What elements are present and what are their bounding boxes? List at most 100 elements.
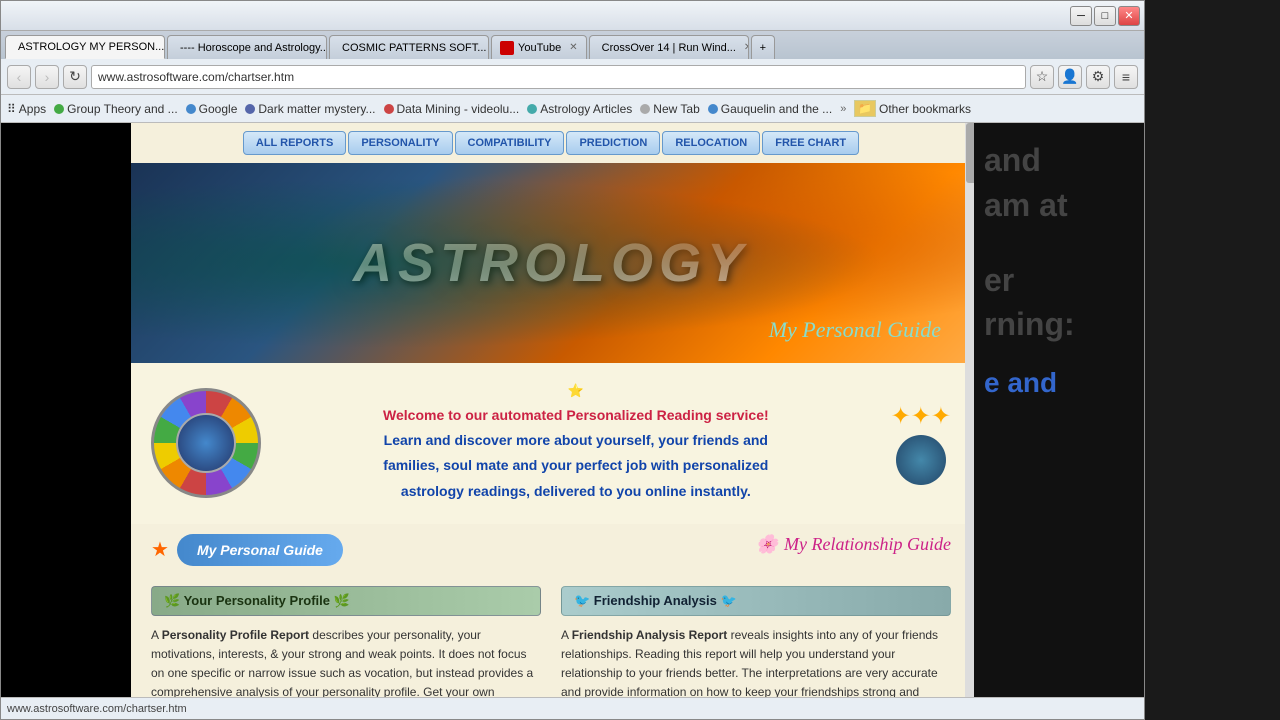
bm-dot-sdark <box>245 104 255 114</box>
bm-folder-icon: 📁 <box>854 100 876 117</box>
status-bar: www.astrosoftware.com/chartser.htm <box>1 697 1144 719</box>
bm-google-label: Google <box>199 102 238 116</box>
site-navigation: ALL REPORTS PERSONALITY COMPATIBILITY PR… <box>131 123 971 163</box>
title-bar: ─ □ ✕ <box>1 1 1144 31</box>
personal-guide-container: ★ My Personal Guide <box>151 534 343 566</box>
tab-bar: ASTROLOGY MY PERSON... ✕ ---- Horoscope … <box>1 31 1144 59</box>
bookmark-icon[interactable]: ☆ <box>1030 65 1054 89</box>
personality-header: 🌿 Your Personality Profile 🌿 <box>151 586 541 616</box>
flower-icon: 🌸 <box>756 534 778 555</box>
welcome-content: ⭐ Welcome to our automated Personalized … <box>276 383 876 504</box>
tab-horoscope[interactable]: ---- Horoscope and Astrology... ✕ <box>167 35 327 59</box>
bm-dark-label: Dark matter mystery... <box>258 102 375 116</box>
friendship-text: A Friendship Analysis Report reveals ins… <box>561 626 951 697</box>
tab-astrology[interactable]: ASTROLOGY MY PERSON... ✕ <box>5 35 165 59</box>
side-panel: and am at er rning: e and <box>974 123 1144 697</box>
bm-more-button[interactable]: » <box>840 103 846 115</box>
friendship-header: 🐦 Friendship Analysis 🐦 <box>561 586 951 616</box>
friendship-header-text: 🐦 Friendship Analysis 🐦 <box>574 593 737 609</box>
tab-label-horo: ---- Horoscope and Astrology... <box>180 42 327 54</box>
globe-decoration <box>896 435 946 485</box>
friendship-col: 🐦 Friendship Analysis 🐦 A Friendship Ana… <box>561 586 951 697</box>
welcome-section: ⭐ Welcome to our automated Personalized … <box>131 363 971 524</box>
personality-bold: Personality Profile Report <box>162 628 309 642</box>
bm-new-tab[interactable]: New Tab <box>640 102 699 116</box>
apps-icon: ⠿ <box>7 102 16 116</box>
maximize-button[interactable]: □ <box>1094 6 1116 26</box>
bm-astro-label: Astrology Articles <box>540 102 632 116</box>
personal-guide-button[interactable]: My Personal Guide <box>177 534 343 566</box>
rel-guide-text: My Relationship Guide <box>784 534 951 555</box>
bm-dot-blue <box>186 104 196 114</box>
minimize-button[interactable]: ─ <box>1070 6 1092 26</box>
tab-youtube[interactable]: YouTube ✕ <box>491 35 587 59</box>
menu-icon[interactable]: ≡ <box>1114 65 1138 89</box>
tab-label-yt: YouTube <box>518 42 561 54</box>
bm-newtab-label: New Tab <box>653 102 699 116</box>
bm-dark-matter[interactable]: Dark matter mystery... <box>245 102 375 116</box>
address-bar[interactable]: www.astrosoftware.com/chartser.htm <box>91 65 1026 89</box>
bm-data-mining[interactable]: Data Mining - videolu... <box>384 102 520 116</box>
bm-apps-label: Apps <box>19 102 46 116</box>
bm-dot-teal <box>527 104 537 114</box>
bm-google[interactable]: Google <box>186 102 238 116</box>
bm-other-bookmarks[interactable]: 📁 Other bookmarks <box>854 100 971 117</box>
nav-personality[interactable]: PERSONALITY <box>348 131 452 155</box>
page-content: ALL REPORTS PERSONALITY COMPATIBILITY PR… <box>1 123 1144 697</box>
bm-group-label: Group Theory and ... <box>67 102 178 116</box>
welcome-highlight: Welcome to our automated Personalized Re… <box>383 407 769 423</box>
nav-free-chart[interactable]: FREE CHART <box>762 131 859 155</box>
relationship-guide: 🌸 My Relationship Guide <box>756 534 951 555</box>
bm-group-theory[interactable]: Group Theory and ... <box>54 102 178 116</box>
nav-compatibility[interactable]: COMPATIBILITY <box>455 131 565 155</box>
status-url: www.astrosoftware.com/chartser.htm <box>7 703 187 715</box>
star-icon: ★ <box>151 537 169 562</box>
tab-label-cosmic: COSMIC PATTERNS SOFT... <box>342 42 486 54</box>
close-button[interactable]: ✕ <box>1118 6 1140 26</box>
nav-all-reports[interactable]: ALL REPORTS <box>243 131 346 155</box>
bm-gauquelin[interactable]: Gauquelin and the ... <box>708 102 832 116</box>
zodiac-wheel <box>151 388 261 498</box>
star-decorations: ✦✦✦ <box>891 402 951 485</box>
profile-icon[interactable]: 👤 <box>1058 65 1082 89</box>
nav-prediction[interactable]: PREDICTION <box>566 131 660 155</box>
settings-icon[interactable]: ⚙ <box>1086 65 1110 89</box>
banner-subtitle: My Personal Guide <box>769 317 941 343</box>
personality-col: 🌿 Your Personality Profile 🌿 A Personali… <box>151 586 541 697</box>
bm-gauq-label: Gauquelin and the ... <box>721 102 832 116</box>
tab-close-yt[interactable]: ✕ <box>569 42 577 53</box>
tab-cosmic[interactable]: COSMIC PATTERNS SOFT... ✕ <box>329 35 489 59</box>
star-icon-left: ⭐ <box>568 383 584 399</box>
guides-section: ★ My Personal Guide 🌸 My Relationship Gu… <box>131 524 971 576</box>
zodiac-inner <box>176 413 236 473</box>
tab-label-astro: ASTROLOGY MY PERSON... <box>18 41 164 53</box>
back-button[interactable]: ‹ <box>7 65 31 89</box>
tab-close-cross[interactable]: ✕ <box>744 42 749 53</box>
bookmarks-bar: ⠿ Apps Group Theory and ... Google Dark … <box>1 95 1144 123</box>
nav-icons: ☆ 👤 ⚙ ≡ <box>1030 65 1138 89</box>
friendship-bold: Friendship Analysis Report <box>572 628 728 642</box>
bm-dot-green <box>54 104 64 114</box>
new-tab-button[interactable]: + <box>751 35 775 59</box>
star-decoration-1: ✦✦✦ <box>891 402 951 431</box>
website-frame: ALL REPORTS PERSONALITY COMPATIBILITY PR… <box>131 123 971 697</box>
personality-text: A Personality Profile Report describes y… <box>151 626 541 697</box>
side-text-3: e and <box>984 367 1134 399</box>
welcome-text: Welcome to our automated Personalized Re… <box>276 403 876 504</box>
personality-header-text: 🌿 Your Personality Profile 🌿 <box>164 593 350 609</box>
tab-crossover[interactable]: CrossOver 14 | Run Wind... ✕ <box>589 35 749 59</box>
bm-dot-blue2 <box>708 104 718 114</box>
forward-button[interactable]: › <box>35 65 59 89</box>
bm-other-label: Other bookmarks <box>879 102 971 116</box>
refresh-button[interactable]: ↻ <box>63 65 87 89</box>
tab-favicon-yt <box>500 41 514 55</box>
side-text-1: and am at <box>984 138 1134 228</box>
reports-section: 🌿 Your Personality Profile 🌿 A Personali… <box>131 576 971 697</box>
side-text-2: er rning: <box>984 258 1134 348</box>
bm-astrology-articles[interactable]: Astrology Articles <box>527 102 632 116</box>
nav-bar: ‹ › ↻ www.astrosoftware.com/chartser.htm… <box>1 59 1144 95</box>
nav-relocation[interactable]: RELOCATION <box>662 131 760 155</box>
site-banner: ASTROLOGY My Personal Guide <box>131 163 971 363</box>
bm-apps[interactable]: ⠿ Apps <box>7 102 46 116</box>
window-controls: ─ □ ✕ <box>1070 6 1140 26</box>
